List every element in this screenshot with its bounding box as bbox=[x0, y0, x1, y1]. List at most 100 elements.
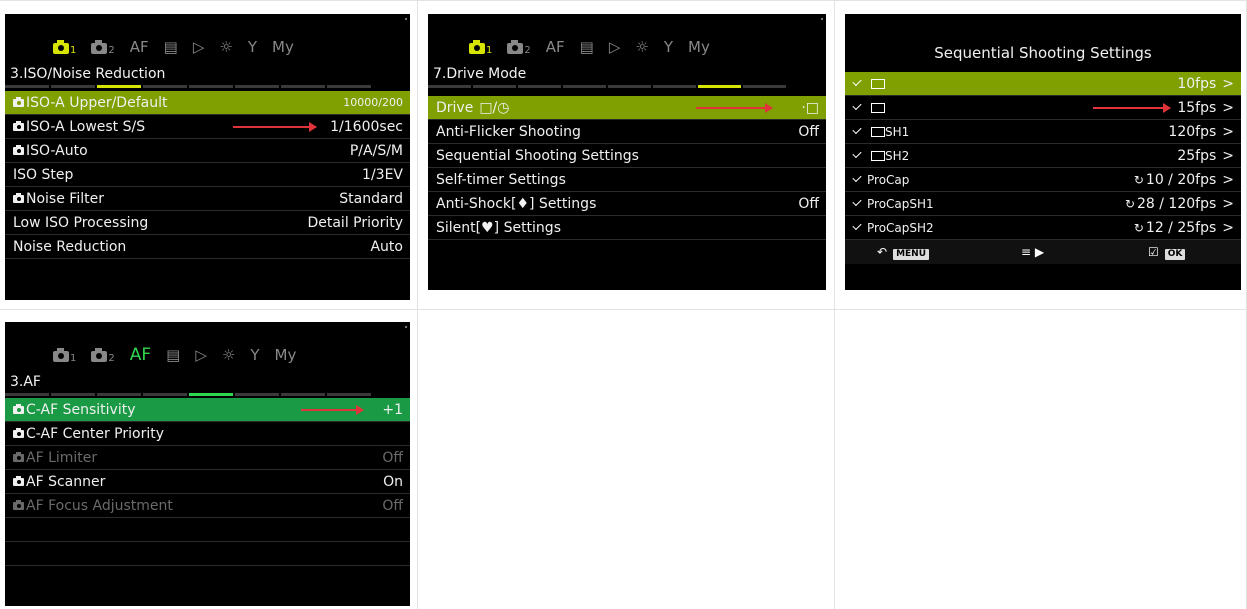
sequential-frame-icon bbox=[871, 150, 885, 161]
tab-shooting-2[interactable]: 2 bbox=[91, 348, 115, 364]
tab-playback[interactable]: ▷ bbox=[609, 38, 621, 56]
tab-indicator-bar bbox=[5, 85, 373, 88]
menu-row-iso-a-lowest[interactable]: ISO-A Lowest S/S 1/1600sec bbox=[5, 115, 410, 139]
chevron-right-icon: > bbox=[1222, 99, 1234, 116]
tab-shooting-1[interactable]: 1 bbox=[53, 348, 76, 364]
menu-row-procap-sh1[interactable]: ProCapSH1 ↻ 28 / 120fps > bbox=[845, 192, 1241, 216]
check-icon bbox=[852, 124, 862, 135]
single-frame-icon bbox=[871, 78, 885, 89]
menu-row-iso-a-upper[interactable]: ISO-A Upper/Default 10000/200 bbox=[5, 91, 410, 115]
tab-my-menu[interactable]: My bbox=[275, 346, 297, 364]
tab-custom[interactable]: ☼ bbox=[635, 38, 648, 56]
settings-list-icon: ≡ bbox=[1021, 245, 1032, 259]
menu-row-noise-filter[interactable]: Noise Filter Standard bbox=[5, 187, 410, 211]
settings-button[interactable]: ≡ ▶ bbox=[1021, 245, 1044, 259]
camera-icon bbox=[13, 499, 24, 510]
menu-row-iso-auto[interactable]: ISO-Auto P/A/S/M bbox=[5, 139, 410, 163]
menu-row-procap[interactable]: ProCap ↻ 10 / 20fps > bbox=[845, 168, 1241, 192]
tab-my-menu[interactable]: My bbox=[688, 38, 710, 56]
drive-mode-icon: □​/◷ bbox=[479, 99, 510, 116]
menu-row-caf-sensitivity[interactable]: C-AF Sensitivity +1 bbox=[5, 398, 410, 422]
camera-icon bbox=[13, 144, 24, 155]
tab-af[interactable]: AF bbox=[546, 38, 565, 56]
section-title: 7.Drive Mode bbox=[433, 66, 527, 82]
check-icon bbox=[852, 148, 862, 159]
menu-row-af-focus-adjustment: AF Focus Adjustment Off bbox=[5, 494, 410, 518]
menu-row-iso-step[interactable]: ISO Step 1/3EV bbox=[5, 163, 410, 187]
menu-tabs: 1 2 AF ▤ ▷ ☼ Y My bbox=[53, 336, 311, 364]
camera-screen-iso: 1 2 AF ▤ ▷ ☼ Y My 3.ISO/Noise Reduction … bbox=[5, 14, 410, 300]
camera-icon bbox=[13, 120, 24, 131]
camera-icon bbox=[91, 40, 108, 54]
camera-icon bbox=[53, 40, 69, 54]
play-arrow-icon: ▶ bbox=[1034, 245, 1045, 259]
tab-playback[interactable]: ▷ bbox=[193, 38, 205, 56]
annotation-arrow bbox=[233, 122, 317, 132]
menu-row-af-limiter: AF Limiter Off bbox=[5, 446, 410, 470]
tab-setup[interactable]: Y bbox=[250, 346, 259, 364]
tab-af[interactable]: AF bbox=[130, 346, 151, 364]
menu-row-procap-sh2[interactable]: ProCapSH2 ↻ 12 / 25fps > bbox=[845, 216, 1241, 240]
screen-dot bbox=[405, 326, 407, 328]
grid-divider bbox=[417, 0, 418, 609]
menu-row-empty bbox=[5, 542, 410, 566]
ok-button[interactable]: ☑ OK bbox=[1148, 245, 1186, 260]
camera-screen-af: 1 2 AF ▤ ▷ ☼ Y My 3.AF C-AF Sensitivity +… bbox=[5, 322, 410, 606]
menu-row-anti-flicker[interactable]: Anti-Flicker Shooting Off bbox=[428, 120, 826, 144]
section-title: 3.ISO/Noise Reduction bbox=[10, 66, 166, 82]
pre-capture-icon: ↻ bbox=[1133, 172, 1144, 187]
tab-playback[interactable]: ▷ bbox=[195, 346, 207, 364]
tab-shooting-2[interactable]: 2 bbox=[507, 40, 531, 56]
camera-icon bbox=[53, 348, 69, 362]
menu-row-seq-high[interactable]: 15fps > bbox=[845, 96, 1241, 120]
tab-indicator-bar bbox=[5, 393, 373, 396]
tab-video[interactable]: ▤ bbox=[164, 38, 178, 56]
sequential-frame-icon bbox=[871, 102, 885, 113]
tab-video[interactable]: ▤ bbox=[166, 346, 180, 364]
menu-list: C-AF Sensitivity +1 C-AF Center Priority … bbox=[5, 398, 410, 566]
camera-icon bbox=[13, 192, 24, 203]
menu-row-anti-shock[interactable]: Anti-Shock[♦] Settings Off bbox=[428, 192, 826, 216]
menu-row-seq-low[interactable]: 10fps > bbox=[845, 72, 1241, 96]
tab-shooting-1[interactable]: 1 bbox=[469, 40, 492, 56]
tab-custom[interactable]: ☼ bbox=[219, 38, 232, 56]
camera-icon bbox=[13, 451, 24, 462]
menu-row-caf-center[interactable]: C-AF Center Priority bbox=[5, 422, 410, 446]
menu-list: Drive □​/◷ ·□ Anti-Flicker Shooting Off Seq… bbox=[428, 96, 826, 240]
menu-row-seq-sh1[interactable]: SH1 120fps > bbox=[845, 120, 1241, 144]
menu-row-seq-sh2[interactable]: SH2 25fps > bbox=[845, 144, 1241, 168]
chevron-right-icon: > bbox=[1222, 123, 1234, 140]
pre-capture-icon: ↻ bbox=[1133, 220, 1144, 235]
tab-shooting-2[interactable]: 2 bbox=[91, 40, 115, 56]
menu-row-low-iso[interactable]: Low ISO Processing Detail Priority bbox=[5, 211, 410, 235]
check-icon bbox=[852, 172, 862, 183]
tab-custom[interactable]: ☼ bbox=[222, 346, 235, 364]
camera-icon bbox=[91, 348, 108, 362]
grid-divider bbox=[834, 0, 835, 609]
menu-row-self-timer[interactable]: Self-timer Settings bbox=[428, 168, 826, 192]
menu-row-sequential-settings[interactable]: Sequential Shooting Settings bbox=[428, 144, 826, 168]
menu-row-drive[interactable]: Drive □​/◷ ·□ bbox=[428, 96, 826, 120]
chevron-right-icon: > bbox=[1222, 195, 1234, 212]
tab-setup[interactable]: Y bbox=[664, 38, 673, 56]
chevron-right-icon: > bbox=[1222, 147, 1234, 164]
camera-icon bbox=[507, 40, 524, 54]
camera-screen-sequential: Sequential Shooting Settings 10fps > 15fp… bbox=[845, 14, 1241, 290]
camera-icon bbox=[13, 96, 24, 107]
menu-row-af-scanner[interactable]: AF Scanner On bbox=[5, 470, 410, 494]
screen-title: Sequential Shooting Settings bbox=[934, 44, 1152, 62]
tab-indicator-bar bbox=[428, 85, 788, 88]
annotation-arrow bbox=[301, 405, 364, 415]
camera-icon bbox=[13, 403, 24, 414]
tab-video[interactable]: ▤ bbox=[580, 38, 594, 56]
tab-shooting-1[interactable]: 1 bbox=[53, 40, 76, 56]
tab-setup[interactable]: Y bbox=[248, 38, 257, 56]
menu-row-silent[interactable]: Silent[♥] Settings bbox=[428, 216, 826, 240]
sequential-frame-icon bbox=[871, 126, 885, 137]
grid-divider bbox=[0, 309, 1247, 310]
tab-af[interactable]: AF bbox=[130, 38, 149, 56]
back-button[interactable]: ↶ MENU bbox=[877, 245, 930, 260]
menu-row-noise-reduction[interactable]: Noise Reduction Auto bbox=[5, 235, 410, 259]
tab-my-menu[interactable]: My bbox=[272, 38, 294, 56]
camera-icon bbox=[13, 475, 24, 486]
